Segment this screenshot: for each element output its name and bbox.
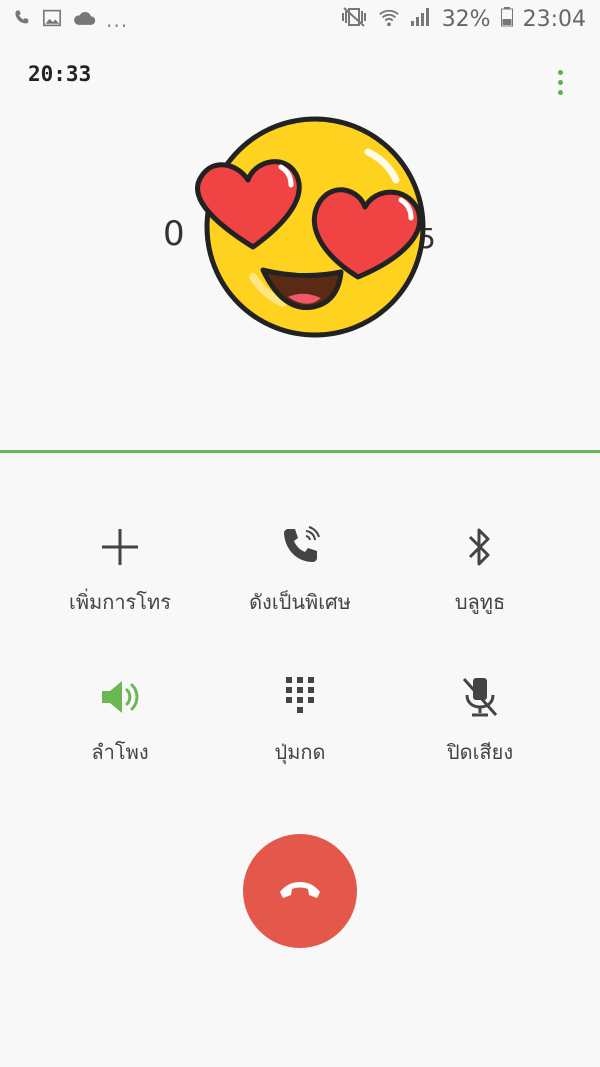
more-options-icon[interactable] — [552, 70, 568, 104]
end-call-button[interactable] — [243, 834, 357, 948]
mute-vibrate-icon — [340, 6, 368, 32]
speaker-icon — [20, 672, 220, 722]
keypad-icon — [200, 672, 400, 722]
bluetooth-icon — [380, 522, 580, 572]
phone-volume-icon — [200, 522, 400, 572]
battery-icon — [500, 7, 513, 31]
extra-volume-label: ดังเป็นพิเศษ — [249, 590, 351, 614]
hang-up-icon — [278, 878, 322, 904]
image-icon — [42, 9, 62, 31]
mute-label: ปิดเสียง — [446, 740, 514, 764]
speaker-button[interactable]: ลำโพง — [20, 672, 220, 768]
status-time: 23:04 — [522, 6, 586, 32]
call-divider — [0, 450, 600, 453]
heart-eyes-sticker — [193, 112, 443, 342]
cloud-icon — [72, 10, 96, 30]
bluetooth-button[interactable]: บลูทูธ — [380, 522, 580, 618]
add-call-label: เพิ่มการโทร — [69, 590, 171, 614]
keypad-button[interactable]: ปุ่มกด — [200, 672, 400, 768]
status-bar: ... 32% 23:04 — [0, 0, 600, 42]
battery-percent: 32% — [441, 6, 491, 32]
keypad-label: ปุ่มกด — [274, 740, 326, 764]
add-call-button[interactable]: เพิ่มการโทร — [20, 522, 220, 618]
phone-icon — [12, 8, 32, 32]
wifi-icon — [378, 6, 400, 32]
mute-button[interactable]: ปิดเสียง — [380, 672, 580, 768]
notification-overflow: ... — [106, 8, 129, 32]
call-duration: 20:33 — [28, 62, 92, 86]
speaker-label: ลำโพง — [91, 740, 149, 764]
plus-icon — [20, 522, 220, 572]
mic-off-icon — [380, 672, 580, 722]
bluetooth-label: บลูทูธ — [454, 590, 506, 614]
signal-icon — [410, 7, 432, 31]
contact-number-head: 0 — [163, 214, 185, 254]
extra-volume-button[interactable]: ดังเป็นพิเศษ — [200, 522, 400, 618]
